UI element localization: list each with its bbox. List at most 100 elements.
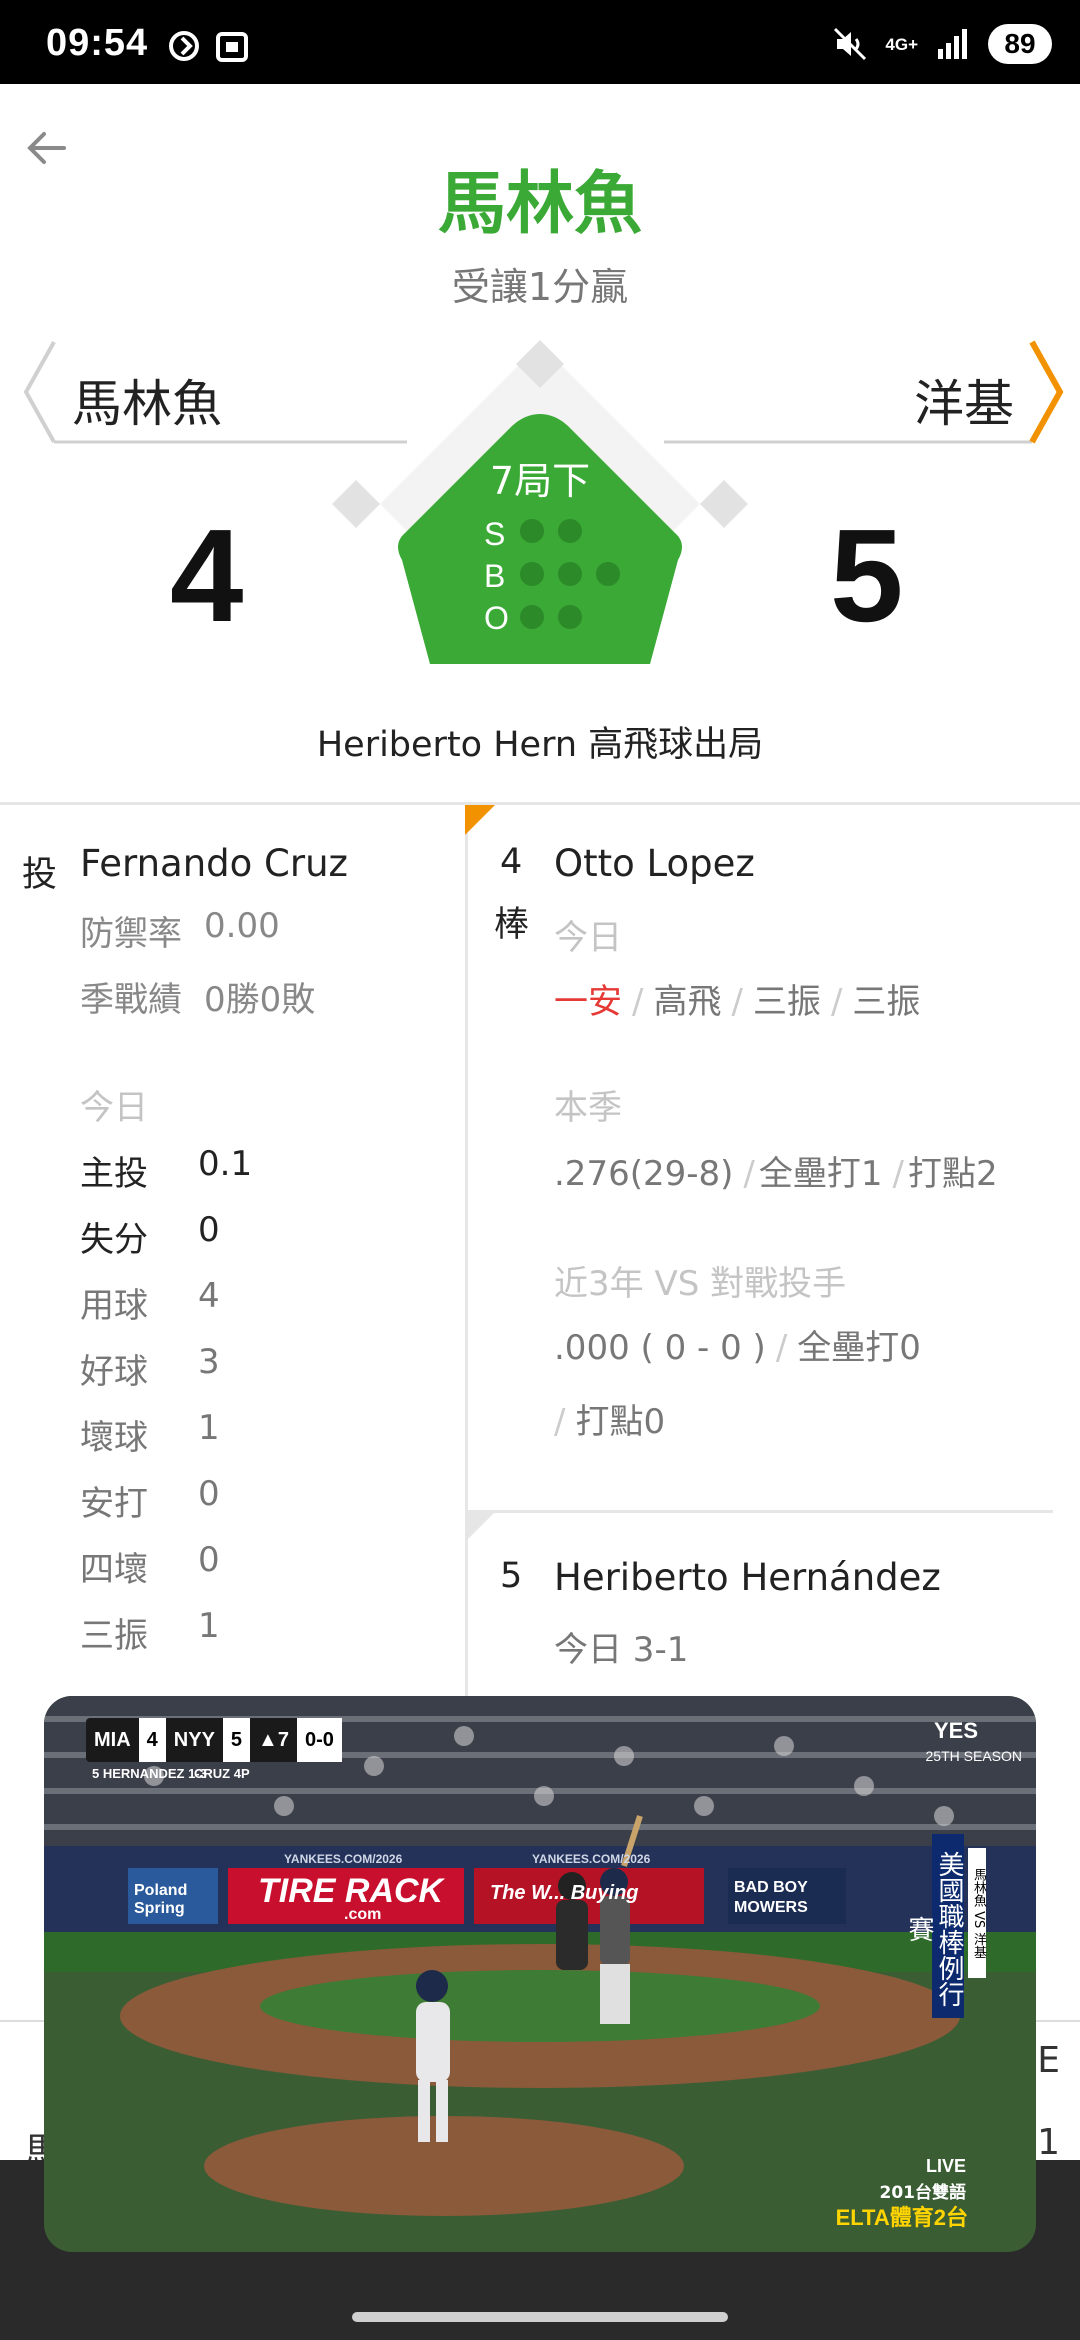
stat-value: 0 bbox=[198, 1210, 220, 1250]
batter-vs-rbi: / 打點0 bbox=[554, 1402, 666, 1442]
scorebug-home-score: 5 bbox=[222, 1718, 251, 1762]
away-team-name: 馬林魚 bbox=[72, 375, 222, 433]
era-value: 0.00 bbox=[204, 906, 280, 946]
vs-avg: .000 ( 0 - 0 ) bbox=[554, 1328, 766, 1368]
scorebug-batter: 5 HERNANDEZ 1-3 bbox=[92, 1766, 207, 1781]
scorebug-home-abbr: NYY bbox=[173, 1728, 215, 1751]
scorebug-away-abbr: MIA bbox=[94, 1728, 131, 1751]
status-time: 09:54 bbox=[46, 22, 149, 64]
out-dot bbox=[558, 605, 582, 629]
out-dot bbox=[520, 605, 544, 629]
ball-dot bbox=[596, 562, 620, 586]
pitcher-today-label: 今日 bbox=[80, 1088, 148, 1128]
at-bat-result: 三振 bbox=[852, 982, 921, 1022]
broadcast-event-tag: 美國職棒例行賽 bbox=[904, 1834, 964, 2018]
signal-icon bbox=[938, 29, 967, 59]
yes-network-logo: YES bbox=[933, 1718, 978, 1743]
result-text: 受讓1分贏 bbox=[451, 265, 629, 309]
stat-label: 三振 bbox=[80, 1616, 148, 1656]
stat-value: 1 bbox=[198, 1606, 220, 1646]
stat-value: 1 bbox=[198, 1408, 220, 1448]
ad-badboy: BAD BOY MOWERS bbox=[734, 1879, 808, 1916]
ball-dot bbox=[520, 562, 544, 586]
linescore-errors-cell: 1 bbox=[1037, 2122, 1060, 2163]
mute-icon bbox=[834, 27, 867, 61]
ad-tirerack-sub: .com bbox=[344, 1906, 382, 1923]
ad-url-2: YANKEES.COM/2026 bbox=[532, 1852, 651, 1866]
stat-value: 0 bbox=[198, 1540, 220, 1580]
stat-value: 3 bbox=[198, 1342, 220, 1382]
ad-url-1: YANKEES.COM/2026 bbox=[284, 1852, 403, 1866]
batter-name[interactable]: Heriberto Hernández bbox=[554, 1556, 941, 1599]
batter-divider bbox=[468, 1510, 1053, 1513]
tv-scorebug: MIA 4 NYY 5 ▲7 0-0 bbox=[86, 1718, 342, 1762]
batting-order: 4 bbox=[500, 842, 523, 882]
strike-dot bbox=[558, 519, 582, 543]
batter-name[interactable]: Otto Lopez bbox=[554, 842, 755, 885]
scorebug-count: 0-0 bbox=[296, 1718, 342, 1762]
count-dots bbox=[520, 519, 620, 629]
batter-today-results: 一安 / 高飛 / 三振 / 三振 bbox=[554, 982, 921, 1022]
live-video-player[interactable]: MIA 4 NYY 5 ▲7 0-0 5 HERNANDEZ 1-3 CRUZ … bbox=[44, 1696, 1036, 2252]
stat-value: 0.1 bbox=[198, 1144, 253, 1184]
battery-level: 89 bbox=[988, 24, 1052, 64]
stat-value: 0 bbox=[198, 1474, 220, 1514]
season-rbi: 打點2 bbox=[907, 1154, 998, 1194]
scorebug-pitcher: CRUZ 4P bbox=[194, 1766, 250, 1781]
batter-season-label: 本季 bbox=[554, 1088, 622, 1128]
stat-label: 失分 bbox=[80, 1220, 148, 1260]
stat-label: 用球 bbox=[80, 1286, 148, 1326]
batter-vs-label: 近3年 VS 對戰投手 bbox=[554, 1264, 847, 1304]
live-label: LIVE bbox=[925, 2156, 966, 2176]
next-batter-marker bbox=[465, 1512, 495, 1542]
ad-banner-2: The W... Buying bbox=[490, 1882, 639, 1904]
home-team-name: 洋基 bbox=[914, 375, 1014, 433]
at-bat-result: 高飛 bbox=[653, 982, 722, 1022]
broadcast-matchup-tag: 馬林魚 VS 洋基 bbox=[968, 1848, 986, 1978]
linescore-header-errors: E bbox=[1037, 2040, 1060, 2081]
vs-rbi: 打點0 bbox=[575, 1402, 666, 1442]
baseball-diamond: 7局下 S B O bbox=[310, 336, 770, 676]
stat-value: 4 bbox=[198, 1276, 220, 1316]
batter-today-line: 今日 3-1 bbox=[554, 1630, 689, 1670]
home-score: 5 bbox=[830, 502, 904, 649]
column-divider bbox=[465, 805, 468, 1700]
lock-rotation-icon bbox=[169, 31, 199, 61]
stat-label: 四壞 bbox=[80, 1550, 148, 1590]
stat-label: 壞球 bbox=[80, 1418, 148, 1458]
ball-dot bbox=[558, 562, 582, 586]
status-notification-icons bbox=[168, 30, 252, 70]
batter-vs-stats: .000 ( 0 - 0 ) / 全壘打0 bbox=[554, 1328, 921, 1368]
pitcher-tag: 投 bbox=[22, 855, 58, 895]
gesture-nav-bar[interactable] bbox=[352, 2312, 728, 2322]
scorebug-inning: ▲7 bbox=[258, 1728, 289, 1751]
season-hr: 全壘打1 bbox=[758, 1154, 883, 1194]
network-type: 4G+ bbox=[885, 34, 918, 54]
at-bat-result: 三振 bbox=[752, 982, 821, 1022]
result-team: 馬林魚 bbox=[437, 165, 642, 244]
pitcher-name[interactable]: Fernando Cruz bbox=[80, 842, 348, 885]
record-value: 0勝0敗 bbox=[204, 980, 316, 1020]
stat-label: 主投 bbox=[80, 1154, 148, 1194]
era-label: 防禦率 bbox=[80, 914, 182, 954]
yes-season-text: 25TH SEASON bbox=[925, 1748, 1022, 1764]
stat-label: 好球 bbox=[80, 1352, 148, 1392]
record-label: 季戰績 bbox=[80, 980, 182, 1020]
last-play: Heriberto Hern 高飛球出局 bbox=[316, 725, 764, 765]
elta-logo: ELTA體育2台 bbox=[835, 2205, 968, 2230]
current-batter-marker bbox=[465, 805, 495, 835]
stat-label: 安打 bbox=[80, 1484, 148, 1524]
season-avg: .276(29-8) bbox=[554, 1154, 734, 1194]
status-bar: 09:54 4G+ 89 bbox=[0, 0, 1080, 84]
batting-order-unit: 棒 bbox=[494, 905, 530, 945]
batting-order: 5 bbox=[500, 1556, 523, 1596]
at-bat-result: 一安 bbox=[554, 982, 622, 1022]
ad-poland-spring: Poland Spring bbox=[134, 1882, 188, 1917]
scorebug-away-score: 4 bbox=[138, 1718, 166, 1762]
strike-dot bbox=[520, 519, 544, 543]
batter-season-stats: .276(29-8) / 全壘打1/打點2 bbox=[554, 1154, 998, 1194]
vs-hr: 全壘打0 bbox=[797, 1328, 921, 1368]
batter-today-label: 今日 bbox=[554, 918, 622, 958]
divider bbox=[0, 802, 1080, 805]
away-score: 4 bbox=[170, 502, 244, 649]
